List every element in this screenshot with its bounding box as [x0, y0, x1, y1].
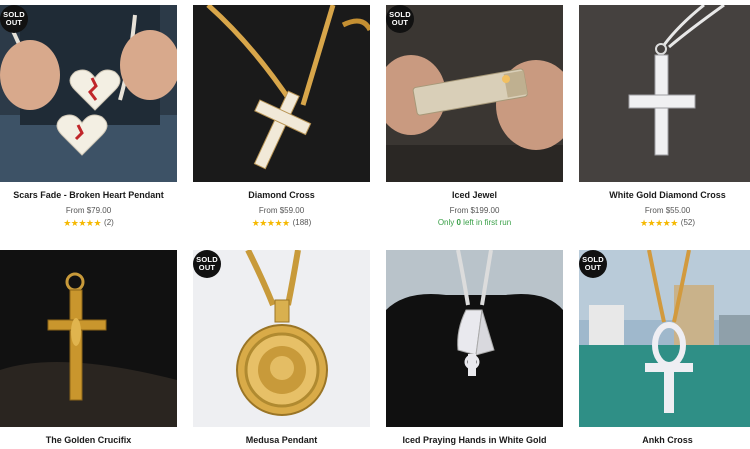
product-card[interactable]: Diamond Cross From $59.00 ★★★★★ (188) [193, 5, 370, 228]
product-title[interactable]: Iced Praying Hands in White Gold [386, 435, 563, 446]
product-title[interactable]: Scars Fade - Broken Heart Pendant [0, 190, 177, 201]
product-title[interactable]: Iced Jewel [386, 190, 563, 201]
product-card[interactable]: SOLD OUT Scars Fade - Broken Heart Pendan… [0, 5, 177, 228]
product-title[interactable]: The Golden Crucifix [0, 435, 177, 446]
sold-out-badge: SOLD OUT [386, 5, 414, 33]
sold-out-badge: SOLD OUT [579, 250, 607, 278]
product-rating: ★★★★★ (52) [579, 218, 750, 228]
product-price: From $59.00 [258, 206, 305, 215]
product-card[interactable]: SOLD OUT Medusa Pendant [193, 250, 370, 446]
product-price: From $79.00 [65, 206, 112, 215]
product-price: From $199.00 [449, 206, 500, 215]
review-count: (52) [680, 218, 696, 227]
product-image-medusa-pendant[interactable]: SOLD OUT [193, 250, 370, 427]
product-card[interactable]: SOLD OUT Iced Jewel From $199.00 Only 0 l… [386, 5, 563, 228]
product-image-praying-hands[interactable] [386, 250, 563, 427]
product-image-diamond-cross[interactable] [193, 5, 370, 182]
product-rating: ★★★★★ (188) [193, 218, 370, 228]
product-price: From $55.00 [644, 206, 691, 215]
star-rating-icon: ★★★★★ [639, 218, 678, 228]
review-count: (2) [104, 218, 114, 227]
product-title[interactable]: Ankh Cross [579, 435, 750, 446]
product-image-broken-heart[interactable]: SOLD OUT [0, 5, 177, 182]
product-image-iced-jewel[interactable]: SOLD OUT [386, 5, 563, 182]
product-card[interactable]: SOLD OUT Ankh Cross [579, 250, 750, 446]
product-rating: ★★★★★ (2) [0, 218, 177, 228]
product-card[interactable]: Iced Praying Hands in White Gold [386, 250, 563, 446]
stock-notice: Only 0 left in first run [437, 218, 512, 227]
product-title[interactable]: Diamond Cross [193, 190, 370, 201]
product-card[interactable]: White Gold Diamond Cross From $55.00 ★★★… [579, 5, 750, 228]
product-card[interactable]: The Golden Crucifix [0, 250, 177, 446]
review-count: (188) [292, 218, 312, 227]
star-rating-icon: ★★★★★ [251, 218, 290, 228]
product-title[interactable]: Medusa Pendant [193, 435, 370, 446]
star-rating-icon: ★★★★★ [63, 218, 102, 228]
product-image-white-gold-cross[interactable] [579, 5, 750, 182]
sold-out-badge: SOLD OUT [193, 250, 221, 278]
product-title[interactable]: White Gold Diamond Cross [579, 190, 750, 201]
product-image-ankh-cross[interactable]: SOLD OUT [579, 250, 750, 427]
product-image-golden-crucifix[interactable] [0, 250, 177, 427]
sold-out-badge: SOLD OUT [0, 5, 28, 33]
product-grid: SOLD OUT Scars Fade - Broken Heart Pendan… [0, 0, 750, 449]
